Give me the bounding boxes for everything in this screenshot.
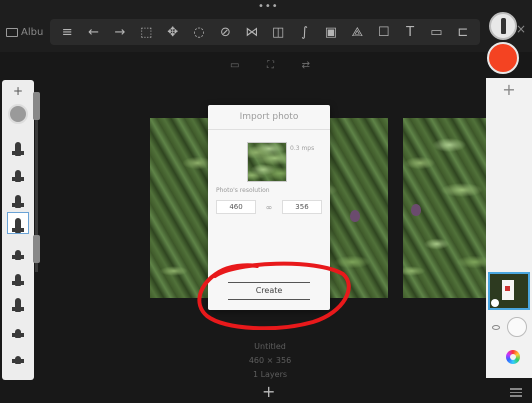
app-window: ••• Albu ≡ ← → ⬚ ✥ ◌ ⊘ ⋈ ◫ ∫ ▣ ⟁ ☐ T ▭ ⊏ × ▭ ⛶ ⇄ + + xyxy=(0,0,532,403)
pen-nib-icon xyxy=(500,18,506,34)
fullscreen-icon[interactable]: ▭ xyxy=(230,60,239,71)
brush-size-slider-handle[interactable] xyxy=(33,92,40,120)
layers-panel: + xyxy=(486,78,532,378)
dialog-title: Import photo xyxy=(239,112,299,122)
brush-base xyxy=(12,255,24,259)
layer-thumbnail[interactable] xyxy=(488,272,530,310)
layer-blend-button[interactable] xyxy=(506,317,527,337)
canvas-layer-count: 1 Layers xyxy=(252,370,288,379)
brush-base xyxy=(12,177,24,181)
add-layer-button[interactable]: + xyxy=(486,78,532,102)
symmetry-icon[interactable]: ⋈ xyxy=(242,22,262,42)
brush-base xyxy=(12,307,24,311)
color-wheel-icon[interactable] xyxy=(506,350,520,364)
aspect-link-icon[interactable]: ∞ xyxy=(266,203,273,212)
megapixels-label: 0.3 mps xyxy=(290,145,315,152)
perspective-icon[interactable]: ⟁ xyxy=(347,22,367,42)
brush-marker-icon[interactable] xyxy=(7,160,29,182)
brush-ink-icon[interactable] xyxy=(7,186,29,208)
gallery-label: Albu xyxy=(21,26,44,38)
brush-base xyxy=(12,333,24,337)
reference-icon[interactable]: ⛶ xyxy=(267,60,274,71)
layer-visibility-icon[interactable] xyxy=(491,324,500,330)
curve-icon[interactable]: ∫ xyxy=(295,22,315,42)
layer-options xyxy=(488,314,530,340)
lasso-icon[interactable]: ◌ xyxy=(189,22,209,42)
crop-icon[interactable]: ⊏ xyxy=(453,22,473,42)
move-icon[interactable]: ✥ xyxy=(163,22,183,42)
rotate-icon[interactable]: ⇄ xyxy=(302,60,310,71)
select-icon[interactable]: ⬚ xyxy=(136,22,156,42)
video-icon[interactable]: ▭ xyxy=(426,22,446,42)
brush-base xyxy=(12,228,24,232)
more-menu-icon[interactable]: ••• xyxy=(258,2,278,12)
brush-base xyxy=(12,203,24,207)
brush-puck[interactable] xyxy=(486,12,520,74)
brush-library: + xyxy=(2,80,34,380)
photo-thumbnail xyxy=(247,142,287,182)
flower-bud xyxy=(350,210,360,222)
brush-flat-icon[interactable] xyxy=(7,316,29,338)
ruler-icon[interactable]: ⊘ xyxy=(215,22,235,42)
menu-line xyxy=(510,395,522,397)
add-brush-button[interactable]: + xyxy=(2,84,34,98)
new-canvas-button[interactable]: + xyxy=(262,384,275,400)
brush-pen-icon[interactable] xyxy=(7,212,29,234)
resolution-label: Photo's resolution xyxy=(216,187,270,194)
opacity-slider-handle[interactable] xyxy=(33,235,40,263)
menu-line xyxy=(510,388,522,390)
brush-soft-icon[interactable] xyxy=(7,238,29,260)
redo-icon[interactable]: → xyxy=(110,22,130,42)
text-icon[interactable]: T xyxy=(400,22,420,42)
dimension-fields: 460 ∞ 356 xyxy=(216,200,322,214)
dialog-divider xyxy=(208,129,330,130)
gallery-icon xyxy=(6,27,18,37)
layer-thumbnail-mark xyxy=(505,286,510,291)
undo-icon[interactable]: ← xyxy=(84,22,104,42)
brush-base xyxy=(12,359,24,363)
gallery-button[interactable]: Albu xyxy=(6,23,43,41)
layer-selected-icon xyxy=(491,299,499,307)
image-icon[interactable]: ▣ xyxy=(321,22,341,42)
menu-line xyxy=(510,391,522,393)
secondary-photo-canvas[interactable] xyxy=(403,118,487,298)
brush-airbrush-icon[interactable] xyxy=(7,264,29,286)
brush-preview[interactable] xyxy=(8,104,28,124)
height-field[interactable]: 356 xyxy=(281,200,322,214)
list-icon[interactable]: ≡ xyxy=(57,22,77,42)
fill-icon[interactable]: ◫ xyxy=(268,22,288,42)
brush-base xyxy=(12,281,24,285)
color-puck[interactable] xyxy=(487,42,519,74)
red-annotation-circle xyxy=(197,261,351,330)
width-field[interactable]: 460 xyxy=(216,200,256,214)
sub-toolbar: ▭ ⛶ ⇄ xyxy=(230,56,310,74)
shape-icon[interactable]: ☐ xyxy=(374,22,394,42)
canvas-info: Untitled 460 × 356 1 Layers xyxy=(225,340,315,382)
brush-paint-icon[interactable] xyxy=(7,290,29,312)
tool-strip: ≡ ← → ⬚ ✥ ◌ ⊘ ⋈ ◫ ∫ ▣ ⟁ ☐ T ▭ ⊏ xyxy=(50,19,480,45)
brush-pencil-icon[interactable] xyxy=(7,134,29,156)
photo-thumbnail-foliage xyxy=(248,143,286,181)
brush-base xyxy=(12,151,24,155)
hamburger-menu-icon[interactable] xyxy=(510,388,522,399)
brush-eraser-icon[interactable] xyxy=(7,342,29,364)
canvas-size: 460 × 356 xyxy=(248,356,292,365)
flower-bud-2 xyxy=(411,204,421,216)
top-toolbar: ••• Albu ≡ ← → ⬚ ✥ ◌ ⊘ ⋈ ◫ ∫ ▣ ⟁ ☐ T ▭ ⊏ × xyxy=(0,0,532,52)
brush-size-puck[interactable] xyxy=(489,12,517,40)
canvas-name: Untitled xyxy=(254,342,286,351)
